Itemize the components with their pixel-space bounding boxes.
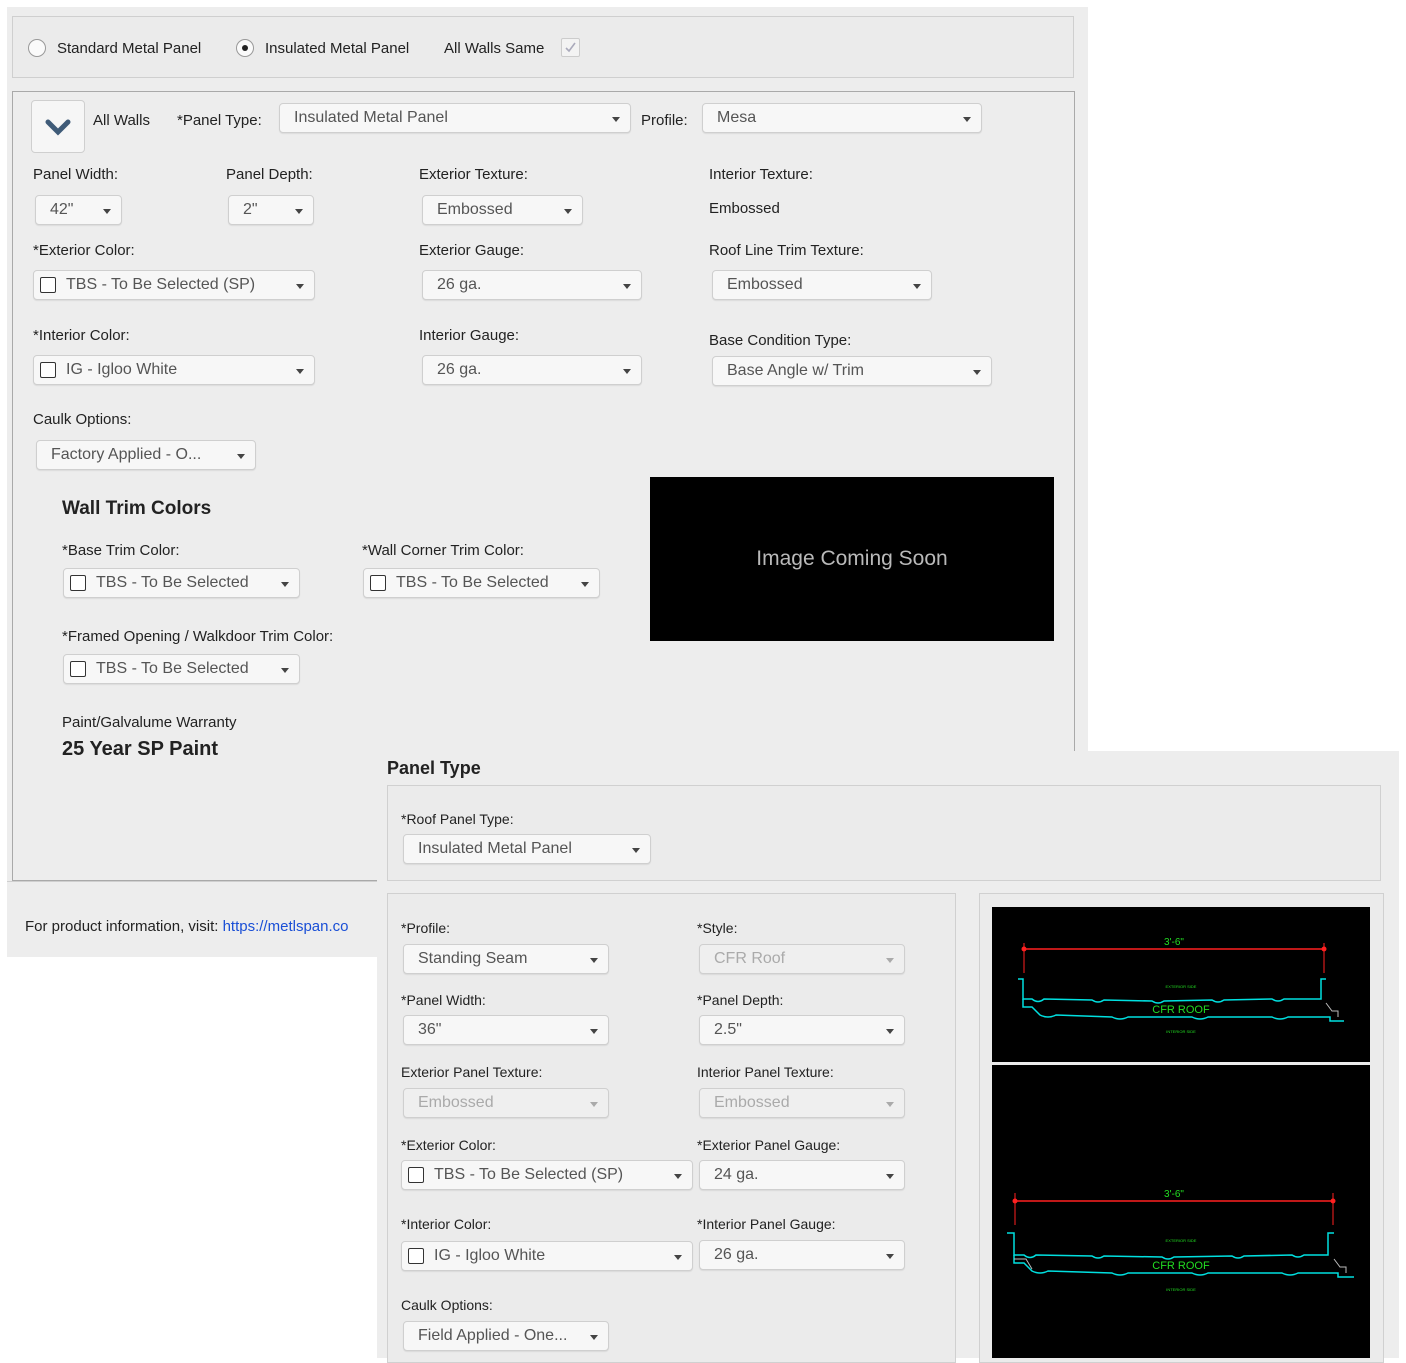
exterior-texture-label: Exterior Texture:	[419, 166, 528, 183]
roof-caulk-select[interactable]: Field Applied - One...	[403, 1321, 609, 1351]
color-swatch-checkbox	[40, 277, 56, 293]
color-swatch-checkbox	[408, 1167, 424, 1183]
roof-line-trim-texture-label: Roof Line Trim Texture:	[709, 242, 864, 259]
roof-int-gauge-label: *Interior Panel Gauge:	[697, 1216, 836, 1232]
base-trim-color-select[interactable]: TBS - To Be Selected	[63, 568, 300, 598]
roof-panel-depth-select[interactable]: 2.5"	[699, 1015, 905, 1045]
color-swatch-checkbox	[40, 362, 56, 378]
roof-panel-type-box	[387, 785, 1381, 881]
image-coming-soon-text: Image Coming Soon	[756, 547, 948, 570]
chevron-down-icon	[45, 119, 71, 136]
roof-line-trim-texture-select[interactable]: Embossed	[712, 270, 932, 300]
base-condition-type-label: Base Condition Type:	[709, 332, 852, 349]
color-swatch-checkbox	[70, 661, 86, 677]
exterior-color-label: *Exterior Color:	[33, 242, 135, 259]
profile-label: Profile:	[641, 112, 688, 129]
roof-panel-depth-label: *Panel Depth:	[697, 992, 784, 1008]
color-swatch-checkbox	[408, 1248, 424, 1264]
interior-side-text: INTERIOR SIDE	[1166, 1287, 1196, 1292]
roof-panel-type-label: *Roof Panel Type:	[401, 811, 514, 827]
panel-type-label: *Panel Type:	[177, 112, 262, 129]
caulk-options-select[interactable]: Factory Applied - O...	[36, 440, 256, 470]
panel-width-select[interactable]: 42"	[35, 195, 122, 225]
radio-selected-dot	[242, 45, 248, 51]
dimension-text: 3'-6"	[1164, 1189, 1184, 1200]
exterior-texture-select[interactable]: Embossed	[422, 195, 583, 225]
all-walls-label: All Walls	[93, 112, 150, 129]
cfr-roof-drawing-bottom: 3'-6" EXTERIOR SIDE CFR ROOF INTERIOR SI…	[992, 1065, 1370, 1358]
interior-texture-value: Embossed	[709, 200, 780, 217]
collapse-toggle-button[interactable]	[31, 100, 85, 153]
interior-color-select[interactable]: IG - Igloo White	[33, 355, 315, 385]
color-swatch-checkbox	[370, 575, 386, 591]
roof-int-color-label: *Interior Color:	[401, 1216, 492, 1232]
wall-corner-trim-color-select[interactable]: TBS - To Be Selected	[363, 568, 600, 598]
all-walls-same-label: All Walls Same	[444, 40, 545, 57]
roof-ext-color-label: *Exterior Color:	[401, 1137, 496, 1153]
color-swatch-checkbox	[70, 575, 86, 591]
roof-ext-gauge-select[interactable]: 24 ga.	[699, 1160, 905, 1190]
checkmark-icon	[565, 42, 576, 53]
roof-panel-width-select[interactable]: 36"	[403, 1015, 609, 1045]
product-info-text: For product information, visit:	[25, 918, 223, 935]
roof-ext-texture-select[interactable]: Embossed	[403, 1088, 609, 1118]
roof-caulk-label: Caulk Options:	[401, 1297, 493, 1313]
exterior-color-select[interactable]: TBS - To Be Selected (SP)	[33, 270, 315, 300]
wall-trim-colors-heading: Wall Trim Colors	[62, 498, 212, 519]
roof-ext-texture-label: Exterior Panel Texture:	[401, 1064, 543, 1080]
roof-style-select[interactable]: CFR Roof	[699, 944, 905, 974]
caulk-options-label: Caulk Options:	[33, 411, 132, 428]
warranty-value: 25 Year SP Paint	[62, 738, 219, 760]
exterior-gauge-label: Exterior Gauge:	[419, 242, 525, 259]
panel-depth-label: Panel Depth:	[226, 166, 313, 183]
interior-side-text: INTERIOR SIDE	[1166, 1029, 1196, 1034]
roof-int-texture-select[interactable]: Embossed	[699, 1088, 905, 1118]
roof-int-texture-label: Interior Panel Texture:	[697, 1064, 834, 1080]
roof-ext-color-select[interactable]: TBS - To Be Selected (SP)	[401, 1160, 693, 1190]
drawing-name-text: CFR ROOF	[1152, 1260, 1210, 1272]
wall-corner-trim-color-label: *Wall Corner Trim Color:	[362, 542, 524, 559]
exterior-side-text: EXTERIOR SIDE	[1166, 984, 1197, 989]
interior-texture-label: Interior Texture:	[709, 166, 813, 183]
roof-int-color-select[interactable]: IG - Igloo White	[401, 1241, 693, 1271]
exterior-side-text: EXTERIOR SIDE	[1166, 1238, 1197, 1243]
warranty-label: Paint/Galvalume Warranty	[62, 714, 237, 731]
panel-depth-select[interactable]: 2"	[228, 195, 314, 225]
panel-type-heading: Panel Type	[387, 758, 481, 778]
framed-opening-trim-color-select[interactable]: TBS - To Be Selected	[63, 654, 300, 684]
roof-style-label: *Style:	[697, 920, 738, 936]
roof-ext-gauge-label: *Exterior Panel Gauge:	[697, 1137, 841, 1153]
panel-image-placeholder: Image Coming Soon	[650, 477, 1054, 641]
framed-opening-trim-color-label: *Framed Opening / Walkdoor Trim Color:	[62, 628, 334, 645]
interior-color-label: *Interior Color:	[33, 327, 130, 344]
all-walls-same-checkbox[interactable]	[561, 38, 580, 57]
profile-select[interactable]: Mesa	[702, 103, 982, 133]
exterior-gauge-select[interactable]: 26 ga.	[422, 270, 642, 300]
insulated-metal-panel-label[interactable]: Insulated Metal Panel	[265, 40, 409, 57]
base-trim-color-label: *Base Trim Color:	[62, 542, 180, 559]
product-info-link[interactable]: https://metlspan.co	[223, 918, 349, 935]
standard-metal-panel-label[interactable]: Standard Metal Panel	[57, 40, 201, 57]
roof-profile-label: *Profile:	[401, 920, 451, 936]
dimension-text: 3'-6"	[1164, 937, 1184, 948]
product-info-footer: For product information, visit: https://…	[25, 918, 348, 935]
base-condition-type-select[interactable]: Base Angle w/ Trim	[712, 356, 992, 386]
standard-metal-panel-radio[interactable]	[28, 39, 46, 57]
interior-gauge-select[interactable]: 26 ga.	[422, 355, 642, 385]
cfr-roof-drawing-top: 3'-6" EXTERIOR SIDE CFR ROOF INTERIOR SI…	[992, 907, 1370, 1062]
roof-int-gauge-select[interactable]: 26 ga.	[699, 1240, 905, 1270]
roof-panel-width-label: *Panel Width:	[401, 992, 486, 1008]
insulated-metal-panel-radio[interactable]	[236, 39, 254, 57]
roof-panel-type-select[interactable]: Insulated Metal Panel	[403, 834, 651, 864]
roof-profile-select[interactable]: Standing Seam	[403, 944, 609, 974]
interior-gauge-label: Interior Gauge:	[419, 327, 520, 344]
panel-width-label: Panel Width:	[33, 166, 119, 183]
drawing-name-text: CFR ROOF	[1152, 1004, 1210, 1016]
panel-type-select[interactable]: Insulated Metal Panel	[279, 103, 631, 133]
